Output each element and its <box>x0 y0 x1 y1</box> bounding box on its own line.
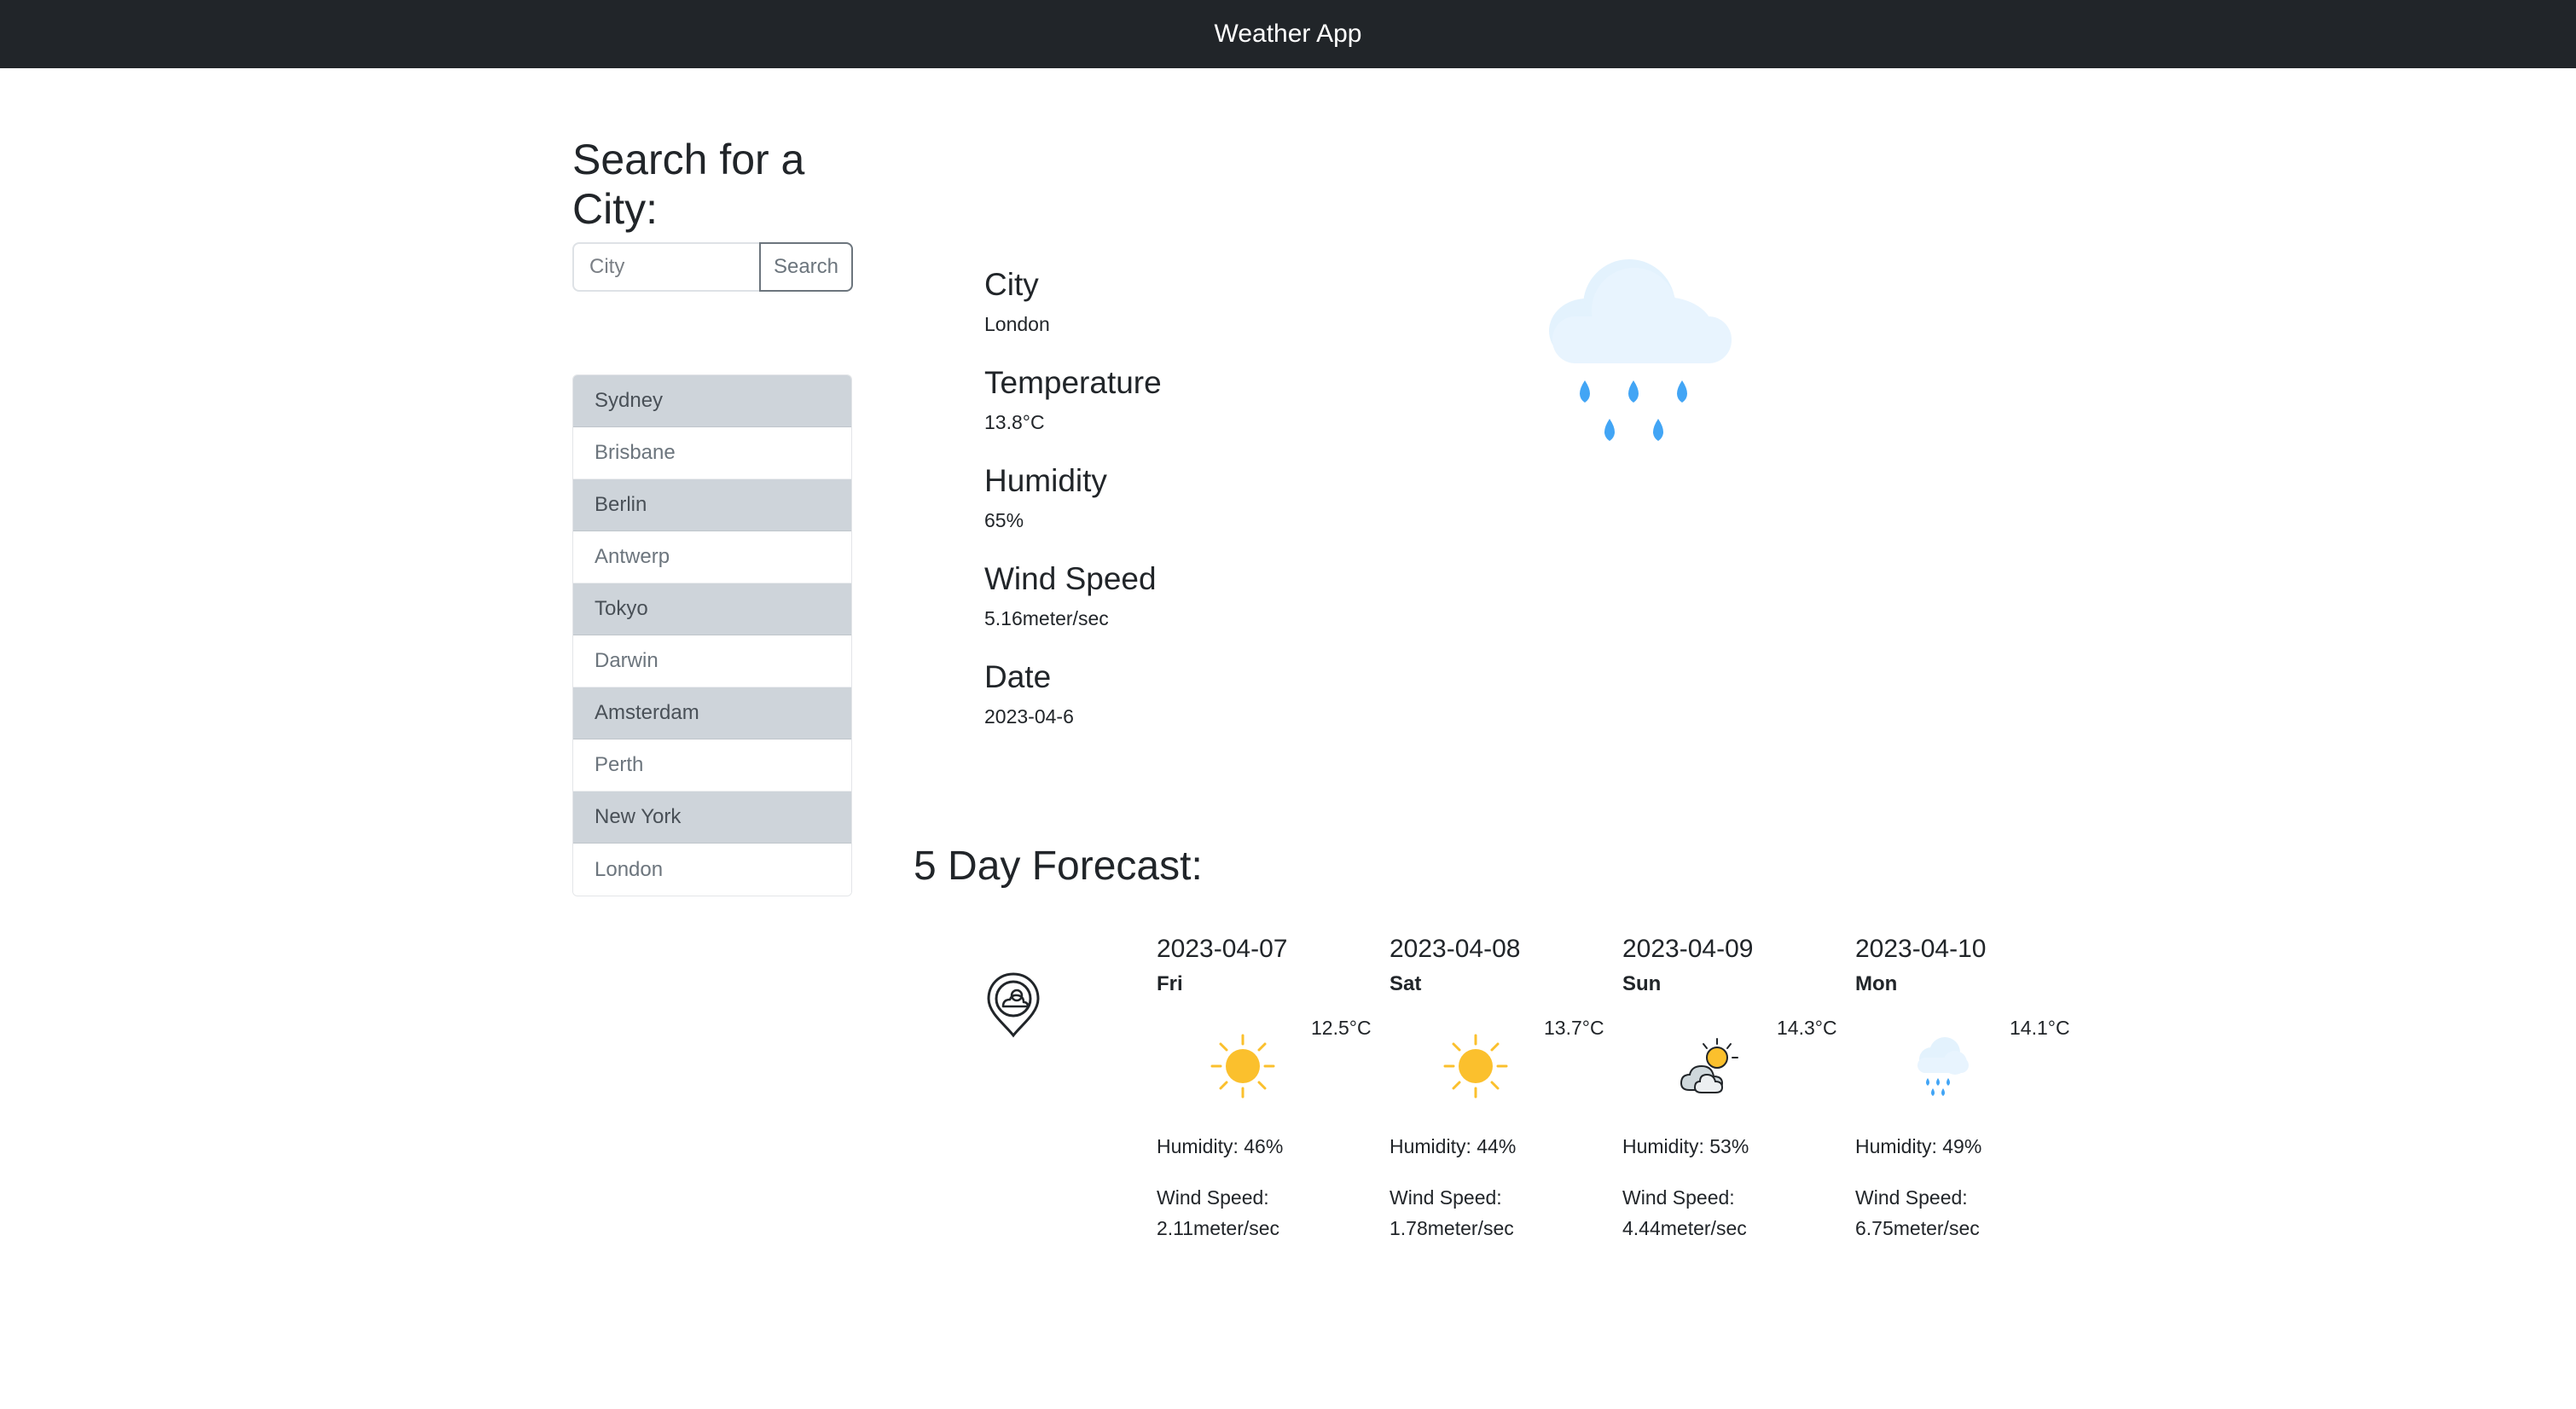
forecast-day-card: 2023-04-10 Mon 14.1°C Humidity: 49% Wind… <box>1855 932 2084 1256</box>
city-label: City <box>984 267 1039 302</box>
forecast-wind-label: Wind Speed: <box>1157 1186 1269 1209</box>
forecast-humidity: Humidity: 46% <box>1157 1135 1284 1157</box>
forecast-wind-value: 6.75meter/sec <box>1855 1217 1980 1239</box>
forecast-weekday: Fri <box>1157 972 1183 995</box>
forecast-weekday: Sun <box>1622 972 1662 995</box>
app-title: Weather App <box>1214 20 1362 48</box>
current-weather: City London Temperature 13.8°C Humidity … <box>984 266 1162 757</box>
city-history-list: Sydney Brisbane Berlin Antwerp Tokyo Dar… <box>572 374 852 896</box>
date-label: Date <box>984 659 1052 694</box>
forecast-day-card: 2023-04-08 Sat 13.7°C Humidity: 44% Wind… <box>1390 932 1618 1256</box>
partly-cloudy-icon <box>1674 1032 1743 1100</box>
forecast-temperature: 12.5°C <box>1311 1017 1372 1039</box>
forecast-temperature: 13.7°C <box>1544 1017 1604 1039</box>
forecast-date: 2023-04-09 <box>1622 935 1754 963</box>
forecast-title: 5 Day Forecast: <box>914 844 1203 889</box>
wind-speed-value: 5.16meter/sec <box>984 607 1109 629</box>
city-value: London <box>984 313 1050 335</box>
forecast-wind-value: 2.11meter/sec <box>1157 1217 1280 1239</box>
navbar: Weather App <box>0 0 2576 68</box>
forecast-temperature: 14.3°C <box>1777 1017 1837 1039</box>
city-history-item-new-york[interactable]: New York <box>573 791 851 844</box>
city-history-item-perth[interactable]: Perth <box>573 739 851 791</box>
temperature-value: 13.8°C <box>984 411 1045 433</box>
forecast-wind-value: 1.78meter/sec <box>1390 1217 1514 1239</box>
forecast-wind-label: Wind Speed: <box>1855 1186 1968 1209</box>
forecast-date: 2023-04-10 <box>1855 935 1987 963</box>
forecast-temperature: 14.1°C <box>2010 1017 2070 1039</box>
forecast-weekday: Mon <box>1855 972 1898 995</box>
date-value: 2023-04-6 <box>984 705 1074 728</box>
forecast-date: 2023-04-08 <box>1390 935 1521 963</box>
city-history-item-sydney[interactable]: Sydney <box>573 375 851 427</box>
forecast-humidity: Humidity: 44% <box>1390 1135 1517 1157</box>
forecast-humidity: Humidity: 49% <box>1855 1135 1982 1157</box>
sun-icon <box>1442 1032 1510 1100</box>
sun-icon <box>1209 1032 1277 1100</box>
city-search-input[interactable] <box>572 242 759 292</box>
city-history-item-amsterdam[interactable]: Amsterdam <box>573 687 851 739</box>
forecast-wind-label: Wind Speed: <box>1390 1186 1502 1209</box>
forecast-wind-label: Wind Speed: <box>1622 1186 1735 1209</box>
forecast-date: 2023-04-07 <box>1157 935 1288 963</box>
wind-speed-label: Wind Speed <box>984 561 1157 596</box>
forecast-day-card: 2023-04-09 Sun 14.3°C Humidity: 53% Wind… <box>1622 932 1851 1256</box>
search-title: Search for a City: <box>572 136 805 233</box>
search-group: Search <box>572 242 853 292</box>
weather-pin-icon <box>985 971 1041 1039</box>
forecast-day-card: 2023-04-07 Fri 12.5°C Humidity: 46% Wind… <box>1157 932 1385 1256</box>
light-rain-icon <box>1907 1032 1976 1100</box>
search-button[interactable]: Search <box>759 242 853 292</box>
humidity-label: Humidity <box>984 463 1107 498</box>
forecast-humidity: Humidity: 53% <box>1622 1135 1749 1157</box>
city-history-item-darwin[interactable]: Darwin <box>573 635 851 687</box>
forecast-wind-value: 4.44meter/sec <box>1622 1217 1747 1239</box>
city-history-item-antwerp[interactable]: Antwerp <box>573 531 851 583</box>
humidity-value: 65% <box>984 509 1024 531</box>
city-history-item-brisbane[interactable]: Brisbane <box>573 427 851 479</box>
city-history-item-london[interactable]: London <box>573 844 851 896</box>
city-history-item-tokyo[interactable]: Tokyo <box>573 583 851 635</box>
forecast-weekday: Sat <box>1390 972 1422 995</box>
temperature-label: Temperature <box>984 365 1162 400</box>
city-history-item-berlin[interactable]: Berlin <box>573 479 851 531</box>
rain-cloud-icon <box>1535 252 1732 457</box>
